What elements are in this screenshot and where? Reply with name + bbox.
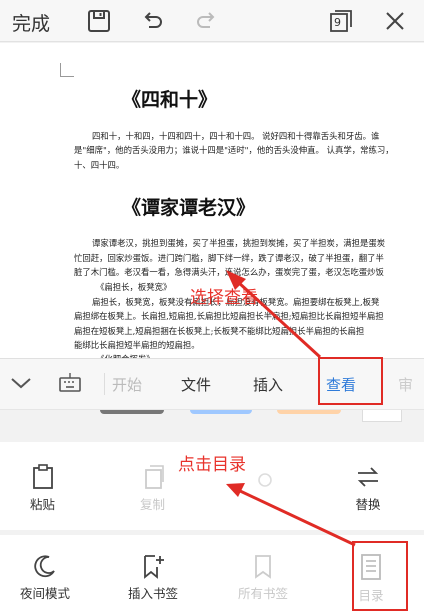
arrow-head-click xyxy=(226,483,245,497)
arrow-to-click-label xyxy=(237,488,356,547)
annotation-arrows xyxy=(226,270,356,547)
arrow-to-select-label xyxy=(236,280,322,359)
